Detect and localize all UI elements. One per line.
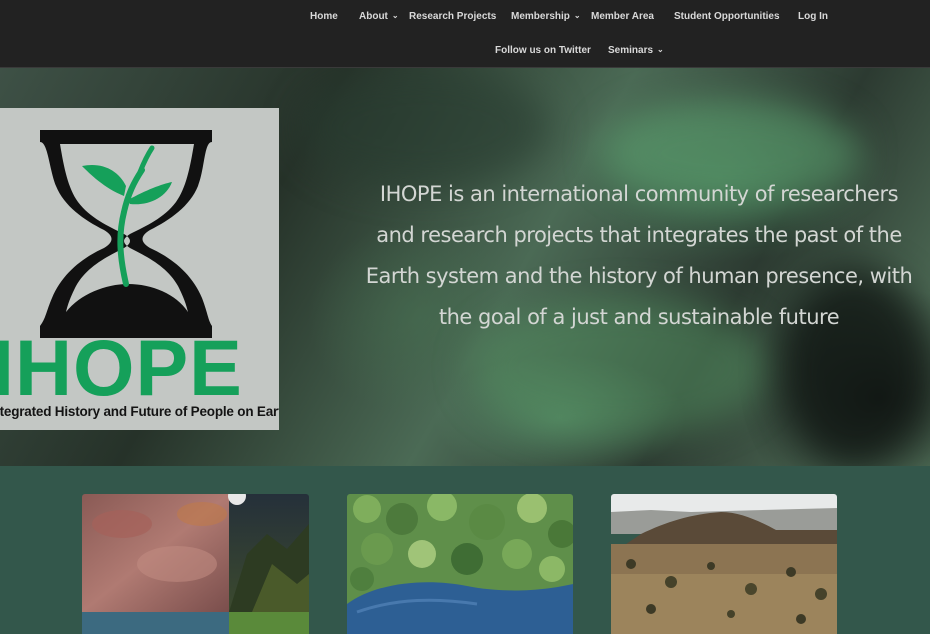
nav-member-area[interactable]: Member Area bbox=[591, 11, 654, 22]
mission-statement: IHOPE is an international community of r… bbox=[365, 182, 913, 329]
project-card-1[interactable] bbox=[82, 494, 309, 634]
nav-log-in-label: Log In bbox=[798, 11, 828, 22]
hero-banner: IHOPE Integrated History and Future of P… bbox=[0, 68, 930, 466]
chevron-down-icon: ⌄ bbox=[657, 45, 664, 54]
top-navigation: Home About ⌄ Research Projects Membership… bbox=[0, 0, 930, 68]
project-cards bbox=[0, 466, 930, 634]
nav-student-opportunities-label: Student Opportunities bbox=[674, 11, 780, 22]
savanna-landscape-image bbox=[611, 494, 837, 634]
nav-home-label: Home bbox=[310, 11, 338, 22]
nav-follow-twitter[interactable]: Follow us on Twitter bbox=[495, 45, 591, 56]
nav-about[interactable]: About ⌄ bbox=[359, 11, 399, 22]
nav-follow-twitter-label: Follow us on Twitter bbox=[495, 45, 591, 56]
nav-student-opportunities[interactable]: Student Opportunities bbox=[674, 11, 780, 22]
chevron-down-icon: ⌄ bbox=[391, 11, 399, 20]
project-card-3[interactable] bbox=[611, 494, 837, 634]
background-shadow bbox=[300, 68, 550, 188]
nav-home[interactable]: Home bbox=[310, 11, 338, 22]
chevron-down-icon: ⌄ bbox=[573, 11, 581, 20]
nav-membership-label: Membership bbox=[511, 11, 570, 22]
nav-log-in[interactable]: Log In bbox=[798, 11, 828, 22]
rock-art-collage-image bbox=[82, 494, 309, 634]
nav-seminars-label: Seminars bbox=[608, 45, 654, 56]
ihope-logo[interactable]: IHOPE Integrated History and Future of P… bbox=[0, 108, 279, 430]
nav-member-area-label: Member Area bbox=[591, 11, 654, 22]
nav-membership[interactable]: Membership ⌄ bbox=[511, 11, 581, 22]
logo-tagline-text: Integrated History and Future of People … bbox=[0, 404, 279, 419]
logo-wordmark: IHOPE bbox=[0, 323, 243, 412]
aerial-forest-lake-image bbox=[347, 494, 573, 634]
project-card-2[interactable] bbox=[347, 494, 573, 634]
logo-tagline: Integrated History and Future of People … bbox=[0, 404, 279, 419]
nav-seminars[interactable]: Seminars ⌄ bbox=[608, 45, 664, 56]
nav-research-projects[interactable]: Research Projects bbox=[409, 11, 496, 22]
nav-research-projects-label: Research Projects bbox=[409, 11, 497, 22]
nav-about-label: About bbox=[359, 11, 388, 22]
